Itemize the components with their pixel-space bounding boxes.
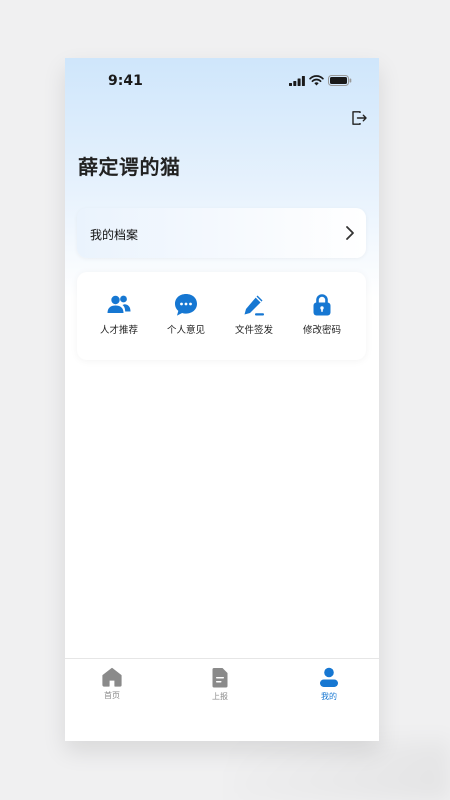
menu-item-change-password[interactable]: 修改密码 [287, 292, 357, 336]
tab-label: 首页 [104, 691, 120, 700]
tab-mine[interactable]: 我的 [299, 667, 359, 702]
tab-report[interactable]: 上报 [190, 667, 250, 702]
profile-name: 薛定谔的猫 [78, 155, 181, 179]
tab-bar: 首页 上报 我的 [65, 658, 379, 741]
document-icon [212, 668, 228, 688]
menu-label: 修改密码 [302, 325, 341, 336]
tab-label: 我的 [321, 692, 337, 701]
pen-icon [244, 295, 264, 316]
wifi-icon [309, 75, 324, 86]
archive-label: 我的档案 [90, 228, 139, 242]
person-icon [320, 667, 338, 687]
backdrop-shadow [230, 740, 450, 800]
menu-label: 文件签发 [234, 325, 273, 336]
chevron-right-icon [346, 226, 354, 240]
status-time: 9:41 [108, 73, 143, 89]
home-icon [102, 667, 122, 687]
menu-label: 个人意见 [166, 325, 205, 336]
my-archive-row[interactable]: 我的档案 [77, 208, 366, 258]
status-icons [289, 75, 352, 86]
lock-icon [313, 294, 331, 316]
users-icon [107, 295, 131, 313]
menu-item-talent-recommend[interactable]: 人才推荐 [84, 292, 154, 336]
quick-menu: 人才推荐 个人意见 文件签发 修改密码 [77, 272, 366, 360]
chat-bubble-icon [175, 294, 197, 316]
menu-item-personal-opinion[interactable]: 个人意见 [151, 292, 221, 336]
signal-icon [289, 75, 305, 86]
tab-label: 上报 [212, 692, 228, 701]
tab-home[interactable]: 首页 [82, 667, 142, 701]
battery-icon [328, 75, 352, 86]
status-bar: 9:41 [65, 58, 379, 106]
phone-screen: 9:41 薛定谔的猫 我的档案 人才推荐 个人意见 文件签发 修改密码 首页 上… [65, 58, 379, 741]
menu-item-file-issue[interactable]: 文件签发 [219, 292, 289, 336]
logout-icon[interactable] [351, 110, 367, 126]
menu-label: 人才推荐 [99, 325, 138, 336]
